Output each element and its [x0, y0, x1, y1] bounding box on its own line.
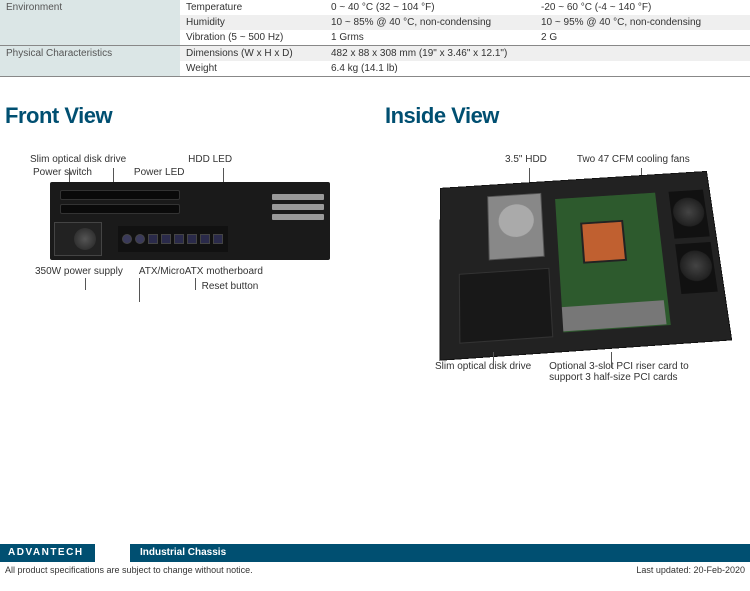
- footer-updated: Last updated: 20-Feb-2020: [636, 565, 745, 575]
- label-fans: Two 47 CFM cooling fans: [577, 154, 690, 165]
- sub-temperature: Temperature: [180, 0, 325, 15]
- spec-table: Environment Temperature 0 ~ 40 °C (32 ~ …: [0, 0, 750, 78]
- label-power-led: Power LED: [134, 167, 185, 178]
- val-weight: 6.4 kg (14.1 lb): [325, 61, 750, 77]
- val-dimensions: 482 x 88 x 308 mm (19" x 3.46" x 12.1"): [325, 46, 750, 62]
- inside-view-section: Inside View 3.5" HDD Two 47 CFM cooling …: [385, 88, 745, 404]
- sub-weight: Weight: [180, 61, 325, 77]
- val-vibration-nonop: 2 G: [535, 30, 750, 46]
- sub-humidity: Humidity: [180, 15, 325, 30]
- val-vibration-op: 1 Grms: [325, 30, 535, 46]
- label-psu: 350W power supply: [35, 266, 123, 277]
- label-riser: Optional 3-slot PCI riser card to suppor…: [549, 361, 724, 383]
- sub-vibration: Vibration (5 ~ 500 Hz): [180, 30, 325, 46]
- front-view-diagram: Slim optical disk drive HDD LED Power sw…: [5, 154, 365, 364]
- brand-logo: ADVANTECH: [0, 545, 95, 560]
- front-view-section: Front View Slim optical disk drive HDD L…: [5, 88, 365, 404]
- label-hdd: 3.5" HDD: [505, 154, 547, 165]
- footer-disclaimer: All product specifications are subject t…: [5, 565, 253, 575]
- label-inside-optical: Slim optical disk drive: [435, 361, 531, 383]
- footer-bar: ADVANTECH Industrial Chassis: [0, 544, 750, 562]
- footer-category: Industrial Chassis: [130, 545, 750, 560]
- chassis-inside-icon: [439, 170, 732, 360]
- sub-dimensions: Dimensions (W x H x D): [180, 46, 325, 62]
- label-hdd-led: HDD LED: [188, 154, 232, 165]
- val-humidity-op: 10 ~ 85% @ 40 °C, non-condensing: [325, 15, 535, 30]
- label-power-switch: Power switch: [33, 167, 92, 178]
- cat-physical: Physical Characteristics: [0, 46, 180, 77]
- val-temp-op: 0 ~ 40 °C (32 ~ 104 °F): [325, 0, 535, 15]
- label-reset: Reset button: [95, 281, 365, 292]
- chassis-front-icon: [50, 182, 330, 260]
- val-humidity-nonop: 10 ~ 95% @ 40 °C, non-condensing: [535, 15, 750, 30]
- cat-environment: Environment: [0, 0, 180, 46]
- label-optical: Slim optical disk drive: [30, 154, 126, 165]
- inside-view-diagram: 3.5" HDD Two 47 CFM cooling fans Slim op…: [385, 154, 745, 404]
- label-motherboard: ATX/MicroATX motherboard: [139, 266, 263, 277]
- front-view-title: Front View: [5, 103, 365, 129]
- inside-view-title: Inside View: [385, 103, 745, 129]
- val-temp-nonop: -20 ~ 60 °C (-4 ~ 140 °F): [535, 0, 750, 15]
